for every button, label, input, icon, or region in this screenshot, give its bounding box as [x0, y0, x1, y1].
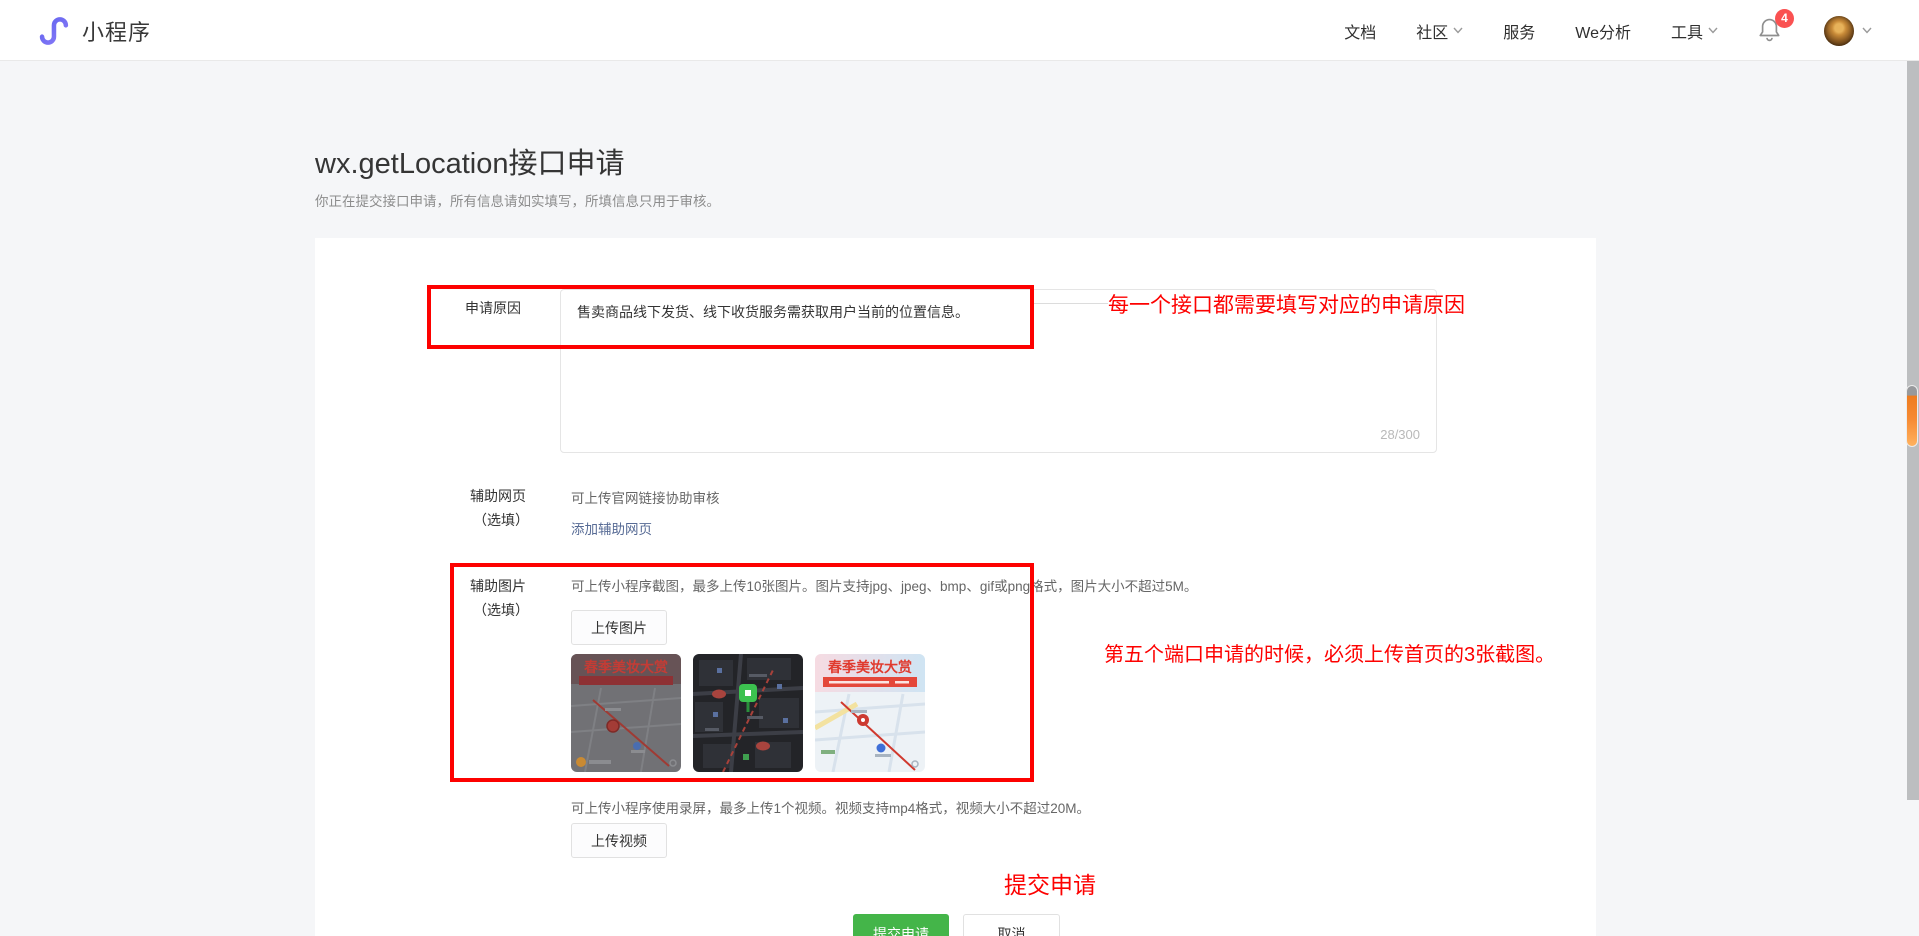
- brand[interactable]: 小程序: [38, 0, 151, 61]
- aux-image-hint: 可上传小程序截图，最多上传10张图片。图片支持jpg、jpeg、bmp、gif或…: [571, 575, 1197, 595]
- aux-web-optional: （选填）: [473, 510, 529, 530]
- thumbnail-image-3[interactable]: 春季美妆大赏: [815, 654, 925, 772]
- nav-docs[interactable]: 文档: [1344, 19, 1376, 43]
- page-title: wx.getLocation接口申请: [315, 140, 624, 182]
- brand-name: 小程序: [82, 15, 151, 47]
- top-nav: 文档 社区 服务 We分析 工具: [1344, 0, 1872, 61]
- page-subtitle: 你正在提交接口申请，所有信息请如实填写，所填信息只用于审核。: [315, 190, 720, 210]
- scrollbar-thumb[interactable]: [1906, 385, 1918, 447]
- miniprogram-logo-icon: [38, 14, 72, 48]
- add-aux-web-link[interactable]: 添加辅助网页: [571, 518, 652, 538]
- chevron-down-icon: [1862, 27, 1872, 34]
- aux-image-label: 辅助图片: [470, 576, 526, 596]
- thumb1-banner-text: 春季美妆大赏: [583, 659, 668, 675]
- top-header: 小程序 文档 社区 服务 We分析 工具: [0, 0, 1919, 61]
- thumbnail-image-2[interactable]: [693, 654, 803, 772]
- submit-button[interactable]: 提交申请: [853, 914, 949, 936]
- thumb3-banner-text: 春季美妆大赏: [827, 659, 912, 675]
- aux-image-optional: （选填）: [473, 600, 529, 620]
- notification-badge: 4: [1775, 9, 1794, 28]
- notifications-button[interactable]: 4: [1758, 16, 1784, 46]
- upload-image-button[interactable]: 上传图片: [571, 610, 667, 645]
- page: 小程序 文档 社区 服务 We分析 工具: [0, 0, 1919, 936]
- annotation-reason-note: 每一个接口都需要填写对应的申请原因: [1108, 289, 1465, 319]
- aux-video-hint: 可上传小程序使用录屏，最多上传1个视频。视频支持mp4格式，视频大小不超过20M…: [571, 797, 1090, 817]
- reason-label: 申请原因: [465, 298, 521, 318]
- cancel-button[interactable]: 取消: [963, 914, 1060, 936]
- thumbnail-image-1[interactable]: 春季美妆大赏: [571, 654, 681, 772]
- chevron-down-icon: [1708, 27, 1718, 34]
- nav-we-analysis[interactable]: We分析: [1575, 19, 1631, 43]
- nav-community[interactable]: 社区: [1416, 19, 1463, 43]
- aux-web-label: 辅助网页: [470, 486, 526, 506]
- aux-web-hint: 可上传官网链接协助审核: [571, 487, 720, 507]
- nav-services[interactable]: 服务: [1503, 19, 1535, 43]
- upload-video-button[interactable]: 上传视频: [571, 823, 667, 858]
- chevron-down-icon: [1453, 27, 1463, 34]
- annotation-submit-note: 提交申请: [1004, 866, 1096, 900]
- char-counter: 28/300: [1380, 427, 1420, 442]
- avatar: [1824, 16, 1854, 46]
- annotation-images-note: 第五个端口申请的时候，必须上传首页的3张截图。: [1104, 638, 1555, 667]
- annotation-connector-line: [1034, 303, 1108, 304]
- account-menu[interactable]: [1824, 16, 1872, 46]
- nav-tools[interactable]: 工具: [1671, 19, 1718, 43]
